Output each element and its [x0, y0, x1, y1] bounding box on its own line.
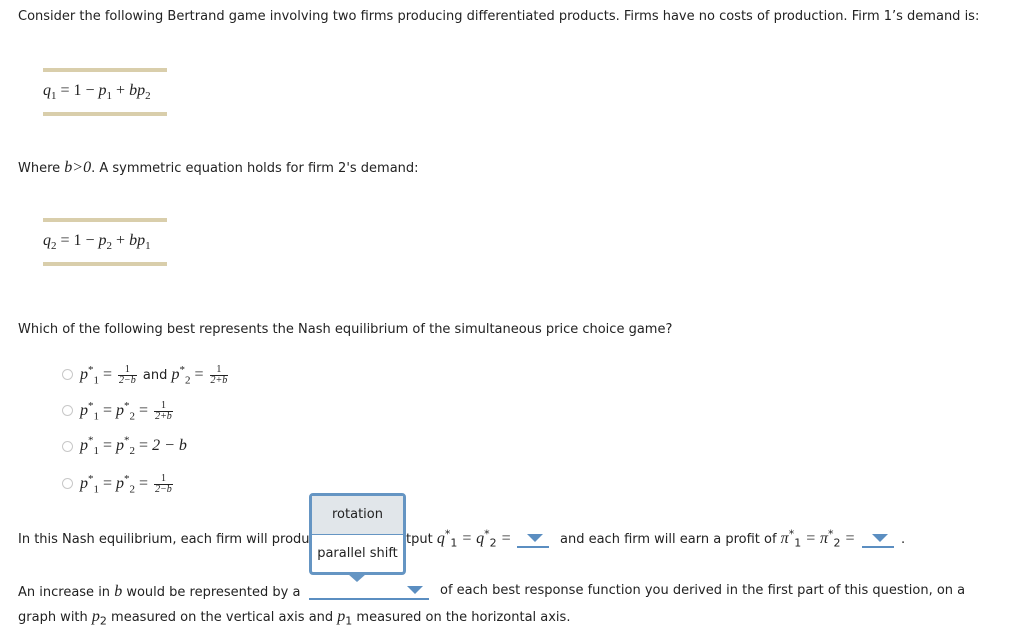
equals: =	[99, 402, 117, 420]
and-text: and	[138, 368, 172, 384]
eq-sub: 1	[145, 240, 151, 253]
intro-text: Consider the following Bertrand game inv…	[18, 9, 980, 24]
axis-end: measured on the horizontal axis.	[352, 610, 571, 625]
condition-math: b>0	[64, 159, 92, 176]
equation-bar-top	[43, 218, 167, 222]
increase-sentence-end: of each best response function you deriv…	[440, 583, 966, 598]
chevron-down-icon	[407, 586, 423, 594]
condition-prefix: Where	[18, 161, 65, 176]
equals: =	[99, 366, 117, 384]
equation-bar-bottom	[43, 112, 167, 116]
equation-firm2-demand: q2 = 1 − p2 + bp1	[43, 232, 151, 253]
sub: 2	[489, 536, 497, 550]
equals: =	[99, 475, 117, 493]
equals: =	[840, 530, 856, 547]
denominator: 2+b	[155, 411, 172, 422]
axis-mid: measured on the vertical axis and	[106, 610, 338, 625]
sub: 2	[99, 614, 107, 628]
eq-var: p	[98, 232, 107, 249]
fraction: 1 2−b	[154, 474, 173, 495]
var-pi: π	[819, 530, 828, 547]
shift-type-dropdown[interactable]	[309, 582, 429, 600]
equals: =	[135, 475, 153, 493]
equals: =	[457, 530, 477, 547]
fraction: 1 2+b	[209, 365, 229, 386]
sentence-period: .	[901, 532, 906, 547]
rhs: 2 − b	[152, 437, 187, 454]
question-text: Which of the following best represents t…	[18, 322, 673, 337]
eq-sub: 2	[145, 90, 151, 103]
var-b: b	[114, 583, 123, 600]
profit-sentence: and each firm will earn a profit of π*1 …	[560, 529, 856, 550]
denominator: 2−b	[155, 484, 172, 495]
option-3-label[interactable]: p*1 = p*2 = 2 − b	[80, 435, 187, 457]
radio-option-2[interactable]	[62, 405, 73, 416]
var-p: p	[80, 366, 88, 384]
eq-op: = 1 −	[56, 82, 99, 99]
var-p: p	[116, 475, 125, 493]
equilibrium-sentence-start: In this Nash equilibrium, each firm will…	[18, 532, 310, 547]
profit-text: and each firm will earn a profit of	[560, 532, 781, 547]
var-p: p	[171, 366, 180, 384]
eq-var: p	[98, 82, 107, 99]
var-pi: π	[780, 530, 789, 547]
fraction: 1 2−b	[118, 365, 137, 386]
popup-caret-icon	[348, 574, 366, 582]
var-q: q	[476, 530, 485, 547]
eq-op: +	[112, 82, 130, 99]
var-q: q	[436, 530, 445, 547]
equation-box-firm2: q2 = 1 − p2 + bp1	[43, 218, 167, 266]
increase-prefix: An increase in	[18, 585, 115, 600]
var-p: p	[116, 437, 125, 454]
eq-var: q	[43, 232, 51, 249]
eq-op: = 1 −	[56, 232, 99, 249]
eq-var: q	[43, 82, 51, 99]
sub: 2	[833, 536, 841, 550]
condition-text: Where b>0. A symmetric equation holds fo…	[18, 159, 419, 177]
var-p: p	[80, 402, 88, 420]
eq-var: bp	[129, 232, 146, 249]
denominator: 2+b	[210, 375, 228, 386]
option-2-label[interactable]: p*1 = p*2 = 1 2+b	[80, 400, 175, 422]
equation-bar-bottom	[43, 262, 167, 266]
eq-op: +	[112, 232, 130, 249]
denominator: 2−b	[119, 375, 136, 386]
radio-option-4[interactable]	[62, 478, 73, 489]
equals: =	[135, 437, 153, 454]
eq-var: bp	[129, 82, 146, 99]
chevron-down-icon	[872, 534, 888, 542]
radio-option-1[interactable]	[62, 369, 73, 380]
increase-middle: would be represented by a	[122, 585, 301, 600]
var-p: p	[80, 437, 88, 454]
increase-sentence-start: An increase in b would be represented by…	[18, 583, 300, 601]
equals: =	[190, 366, 208, 384]
equals: =	[801, 530, 820, 547]
option-1-label[interactable]: p*1 = 1 2−b and p*2 = 1 2+b	[80, 364, 230, 386]
popup-option-rotation[interactable]: rotation	[312, 496, 403, 535]
equation-bar-top	[43, 68, 167, 72]
var-p: p	[80, 475, 88, 493]
equals: =	[496, 530, 512, 547]
equals: =	[135, 402, 153, 420]
axis-prefix: graph with	[18, 610, 92, 625]
profit-dropdown[interactable]	[862, 530, 894, 548]
axis-sentence: graph with p2 measured on the vertical a…	[18, 608, 571, 628]
equilibrium-sentence-output: tput q*1 = q*2 =	[406, 529, 512, 550]
shift-type-popup: rotation parallel shift	[309, 493, 406, 575]
equation-box-firm1: q1 = 1 − p1 + bp2	[43, 68, 167, 116]
equation-firm1-demand: q1 = 1 − p1 + bp2	[43, 82, 151, 103]
fraction: 1 2+b	[154, 401, 173, 422]
output-text: tput	[406, 532, 437, 547]
var-p: p	[116, 402, 125, 420]
radio-option-3[interactable]	[62, 441, 73, 452]
chevron-down-icon	[527, 534, 543, 542]
equals: =	[99, 437, 117, 454]
var-p: p	[91, 608, 100, 625]
condition-suffix: . A symmetric equation holds for firm 2'…	[91, 161, 419, 176]
output-dropdown[interactable]	[517, 530, 549, 548]
popup-option-parallel-shift[interactable]: parallel shift	[312, 535, 403, 573]
option-4-label[interactable]: p*1 = p*2 = 1 2−b	[80, 473, 175, 495]
